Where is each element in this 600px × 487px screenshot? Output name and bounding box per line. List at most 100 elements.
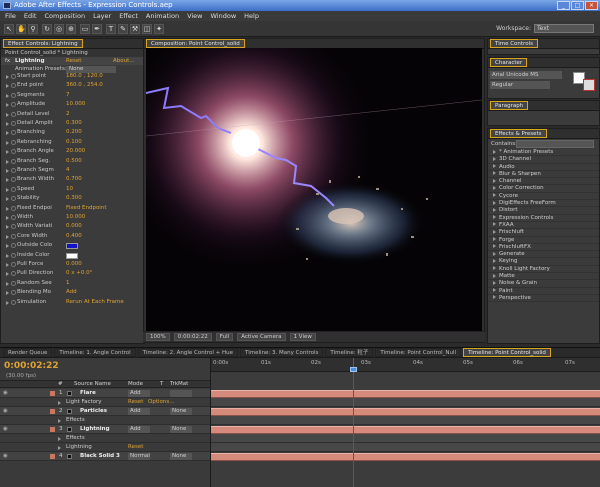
maximize-button[interactable]: □ bbox=[571, 1, 584, 10]
expand-triangle-icon[interactable] bbox=[6, 225, 9, 230]
tab-timeline-point-solid[interactable]: Timeline: Point Control_solid bbox=[463, 348, 551, 357]
stopwatch-icon[interactable] bbox=[11, 139, 16, 145]
effect-param-value[interactable]: 0.400 bbox=[66, 233, 82, 240]
effect-param-value[interactable]: 0 x +0.0° bbox=[66, 270, 92, 277]
effect-param-value[interactable]: 0.700 bbox=[66, 176, 82, 183]
effect-param-value[interactable]: 0.100 bbox=[66, 139, 82, 146]
stopwatch-icon[interactable] bbox=[11, 299, 16, 305]
stopwatch-icon[interactable] bbox=[11, 130, 16, 136]
puppet-tool-icon[interactable]: ✦ bbox=[154, 24, 164, 34]
layer-trkmat-dropdown[interactable]: None bbox=[170, 426, 192, 433]
tab-time-controls[interactable]: Time Controls bbox=[490, 39, 538, 48]
expand-triangle-icon[interactable] bbox=[493, 222, 496, 227]
expand-triangle-icon[interactable] bbox=[493, 215, 496, 220]
subproperty-reset[interactable]: Reset bbox=[128, 443, 143, 452]
text-tool-icon[interactable]: T bbox=[106, 24, 116, 34]
effect-param-value[interactable]: 0.000 bbox=[66, 223, 82, 230]
effects-category-item[interactable]: Keying bbox=[488, 258, 599, 266]
expand-triangle-icon[interactable] bbox=[58, 446, 61, 450]
expand-triangle-icon[interactable] bbox=[6, 187, 9, 192]
tab-paragraph[interactable]: Paragraph bbox=[490, 101, 529, 110]
effect-reset-link[interactable]: Reset bbox=[66, 57, 81, 65]
effects-category-item[interactable]: Generate bbox=[488, 251, 599, 259]
stopwatch-icon[interactable] bbox=[11, 205, 16, 211]
time-ruler[interactable]: 0:00s 01s 02s 03s 04s 05s 06s 07s bbox=[211, 358, 600, 372]
effect-param-value[interactable]: 0.300 bbox=[66, 120, 82, 127]
expand-triangle-icon[interactable] bbox=[6, 131, 9, 136]
effects-category-item[interactable]: * Animation Presets bbox=[488, 149, 599, 157]
stroke-color-swatch[interactable] bbox=[583, 79, 595, 91]
menu-window[interactable]: Window bbox=[211, 11, 237, 21]
expand-triangle-icon[interactable] bbox=[58, 437, 61, 441]
menu-edit[interactable]: Edit bbox=[24, 11, 37, 21]
tab-composition[interactable]: Composition: Point Control_solid bbox=[146, 39, 245, 48]
stopwatch-icon[interactable] bbox=[11, 262, 16, 267]
effects-category-item[interactable]: FXAA bbox=[488, 222, 599, 230]
expand-triangle-icon[interactable] bbox=[6, 112, 9, 117]
expand-triangle-icon[interactable] bbox=[6, 263, 9, 267]
layer-row[interactable]: ◉ 4 Black Solid 3 Normal None bbox=[0, 452, 210, 461]
expand-triangle-icon[interactable] bbox=[58, 419, 61, 423]
stopwatch-icon[interactable] bbox=[11, 280, 16, 286]
layer-trkmat-dropdown[interactable]: None bbox=[170, 408, 192, 415]
stopwatch-icon[interactable] bbox=[11, 224, 16, 230]
close-button[interactable]: × bbox=[585, 1, 598, 10]
expand-triangle-icon[interactable] bbox=[493, 149, 496, 154]
expand-triangle-icon[interactable] bbox=[493, 244, 496, 249]
layer-name[interactable]: Particles bbox=[80, 407, 107, 416]
layer-mode-dropdown[interactable]: Add bbox=[128, 426, 150, 433]
pan-behind-tool-icon[interactable]: ⊕ bbox=[66, 24, 76, 34]
effects-category-item[interactable]: Matte bbox=[488, 273, 599, 281]
stopwatch-icon[interactable] bbox=[11, 74, 16, 79]
tab-timeline-angle-hue[interactable]: Timeline: 2. Angle Control + Hue bbox=[137, 348, 239, 357]
layer-duration-bar[interactable] bbox=[211, 452, 600, 461]
stopwatch-icon[interactable] bbox=[11, 177, 16, 183]
visibility-eye-icon[interactable]: ◉ bbox=[3, 389, 8, 398]
camera-tool-icon[interactable]: ◎ bbox=[54, 24, 64, 34]
effects-category-item[interactable]: DigiEffects FreeForm bbox=[488, 200, 599, 208]
expand-triangle-icon[interactable] bbox=[493, 171, 496, 176]
hand-tool-icon[interactable]: ✋ bbox=[16, 24, 26, 34]
menu-effect[interactable]: Effect bbox=[119, 11, 138, 21]
stopwatch-icon[interactable] bbox=[11, 158, 16, 164]
stopwatch-icon[interactable] bbox=[11, 168, 16, 173]
menu-file[interactable]: File bbox=[5, 11, 16, 21]
expand-triangle-icon[interactable] bbox=[493, 156, 496, 161]
label-color-icon[interactable] bbox=[50, 409, 55, 414]
effect-param-value[interactable]: Rerun At Each Frame bbox=[66, 299, 124, 306]
workspace-dropdown[interactable]: Text bbox=[534, 24, 594, 33]
tab-character[interactable]: Character bbox=[490, 58, 528, 67]
expand-triangle-icon[interactable] bbox=[493, 178, 496, 183]
animation-presets-dropdown[interactable]: None bbox=[66, 65, 116, 73]
rotate-tool-icon[interactable]: ↻ bbox=[42, 24, 52, 34]
outside-color-swatch[interactable] bbox=[66, 243, 78, 250]
expand-triangle-icon[interactable] bbox=[6, 84, 9, 89]
column-mode[interactable]: Mode bbox=[128, 381, 143, 388]
layer-mode-dropdown[interactable]: Add bbox=[128, 390, 150, 397]
expand-triangle-icon[interactable] bbox=[6, 178, 9, 183]
stopwatch-icon[interactable] bbox=[11, 215, 16, 220]
expand-triangle-icon[interactable] bbox=[6, 169, 9, 173]
layer-mode-dropdown[interactable]: Add bbox=[128, 408, 150, 415]
expand-triangle-icon[interactable] bbox=[6, 281, 9, 286]
visibility-eye-icon[interactable]: ◉ bbox=[3, 425, 8, 434]
effects-category-item[interactable]: Perspective bbox=[488, 295, 599, 303]
inside-color-swatch[interactable] bbox=[66, 252, 78, 259]
expand-triangle-icon[interactable] bbox=[493, 185, 496, 190]
stopwatch-icon[interactable] bbox=[11, 92, 16, 98]
expand-triangle-icon[interactable] bbox=[493, 258, 496, 263]
tab-effects-presets[interactable]: Effects & Presets bbox=[490, 129, 547, 138]
zoom-dropdown[interactable]: 100% bbox=[146, 333, 170, 341]
tab-timeline-angle-control[interactable]: Timeline: 1. Angle Control bbox=[54, 348, 136, 357]
expand-triangle-icon[interactable] bbox=[6, 159, 9, 164]
effect-param-value[interactable]: 10 bbox=[66, 186, 73, 193]
layer-duration-bar[interactable] bbox=[211, 425, 600, 434]
tab-timeline-many-controls[interactable]: Timeline: 3. Many Controls bbox=[240, 348, 324, 357]
layer-name[interactable]: Black Solid 3 bbox=[80, 452, 120, 461]
effect-param-value[interactable]: 0.500 bbox=[66, 158, 82, 165]
expand-triangle-icon[interactable] bbox=[58, 401, 61, 405]
fx-toggle-icon[interactable]: fx bbox=[5, 57, 10, 65]
effects-category-item[interactable]: Forge bbox=[488, 237, 599, 244]
expand-triangle-icon[interactable] bbox=[493, 288, 496, 293]
effects-category-item[interactable]: FrischluftFX bbox=[488, 244, 599, 252]
